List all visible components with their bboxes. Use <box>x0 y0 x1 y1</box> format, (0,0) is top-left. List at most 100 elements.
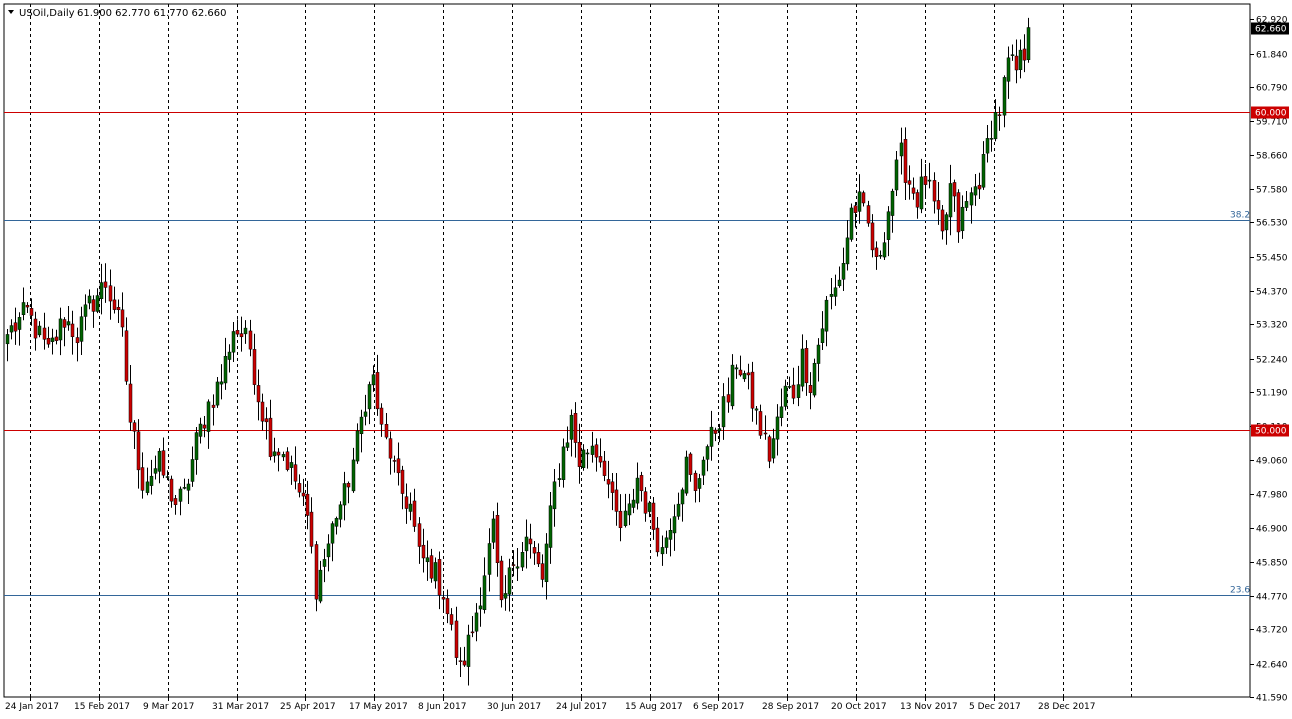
candle-body-bear <box>874 247 879 257</box>
candle-body-bear <box>956 192 961 233</box>
candle-body-bull <box>734 367 739 370</box>
candle-body-bull <box>878 254 883 257</box>
candle-body-bear <box>1022 48 1027 61</box>
last-price-label: 62.660 <box>1255 25 1287 35</box>
candle-body-bear <box>952 182 957 197</box>
candle-body-bear <box>458 660 463 662</box>
candle-body-bull <box>672 516 677 534</box>
candle-body-bear <box>256 385 261 403</box>
candle-body-bear <box>861 192 866 204</box>
candle-body-bear <box>252 349 257 385</box>
candle-body-bull <box>58 318 63 341</box>
candle-body-bull <box>623 510 628 526</box>
candle-body-bull <box>833 287 838 297</box>
candle-body-bull <box>487 543 492 575</box>
candle-body-bear <box>392 460 397 462</box>
candle-body-bull <box>899 142 904 157</box>
candle-body-bear <box>375 372 380 410</box>
candle-body-bull <box>182 487 187 489</box>
candle-body-bull <box>87 295 92 304</box>
candle-body-bear <box>511 564 516 566</box>
candle-body-bear <box>804 348 809 384</box>
candle-body-bear <box>870 222 875 251</box>
candle-body-bull <box>944 214 949 231</box>
chart-window[interactable]: 38.2 23.6 62.920 61.840 60.790 59.710 58.660 5… <box>0 0 1292 719</box>
candle-body-bear <box>536 552 541 565</box>
candle-body-bull <box>754 408 759 411</box>
candle-body-bull <box>326 543 331 558</box>
candle-body-bear <box>91 299 96 312</box>
candle-body-bull <box>779 406 784 418</box>
candle-body-bear <box>594 444 599 458</box>
candle-body-bear <box>915 192 920 208</box>
candle-body-bull <box>474 612 479 632</box>
candle-body-bear <box>120 309 125 328</box>
candle-body-bull <box>676 503 681 517</box>
price-axis: 62.92061.84060.79059.71058.66057.58056.5… <box>1250 16 1289 704</box>
y-tick-label: 47.980 <box>1256 491 1288 501</box>
candle-body-bear <box>577 441 582 467</box>
y-tick-label: 46.900 <box>1256 525 1288 535</box>
candle-body-bull <box>783 385 788 407</box>
x-tick-label: 28 Sep 2017 <box>762 702 819 712</box>
candle <box>812 358 817 398</box>
candle-body-bull <box>849 207 854 240</box>
x-tick-label: 31 Mar 2017 <box>212 702 269 712</box>
candle-body-bull <box>775 416 780 440</box>
candle-body-bull <box>590 445 595 455</box>
candle-body-bull <box>9 325 14 333</box>
candle-body-bear <box>346 482 351 488</box>
candle-body-bear <box>437 559 442 596</box>
candle-body-bull <box>1026 27 1031 61</box>
candle-body-bull <box>820 328 825 343</box>
candle-body-bull <box>149 475 154 486</box>
candle-body-bear <box>285 451 290 470</box>
y-tick-label: 59.710 <box>1256 118 1288 128</box>
candle-body-bear <box>202 424 207 429</box>
candle-body-bear <box>136 431 141 471</box>
price-chart[interactable]: 38.223.6 62.92061.84060.79059.71058.6605… <box>0 0 1292 719</box>
candle-body-bear <box>388 438 393 459</box>
candle-body-bull <box>660 547 665 555</box>
candle-body-bull <box>697 478 702 489</box>
y-tick-label: 57.580 <box>1256 186 1288 196</box>
x-tick-label: 28 Dec 2017 <box>1038 702 1096 712</box>
fibonacci-level-label: 23.6 <box>1230 586 1250 596</box>
y-tick-label: 55.450 <box>1256 254 1288 264</box>
candle-body-bear <box>639 475 644 492</box>
candle-body-bull <box>812 362 817 396</box>
candle-body-bull <box>231 331 236 353</box>
candle-body-bull <box>99 282 104 299</box>
candle-body-bear <box>528 538 533 545</box>
candle-body-bull <box>709 426 714 447</box>
candle-body-bear <box>610 481 615 493</box>
candle-body-bull <box>289 462 294 468</box>
candle-body-bear <box>866 205 871 224</box>
candle-body-bear <box>260 401 265 422</box>
candle-body-bear <box>13 322 18 332</box>
candle-body-bear <box>268 417 273 457</box>
candle-body-bear <box>42 327 47 340</box>
candle-body-bear <box>103 281 108 288</box>
candle-body-bull <box>503 593 508 599</box>
candle-body-bear <box>297 483 302 493</box>
candle-body-bear <box>713 429 718 434</box>
candle-body-bull <box>548 505 553 548</box>
candle-body-bull <box>243 327 248 335</box>
x-tick-label: 15 Feb 2017 <box>74 702 130 712</box>
candle-body-bear <box>750 371 755 409</box>
candle-body-bear <box>235 330 240 335</box>
candle <box>849 203 854 242</box>
candle-body-bear <box>211 404 216 408</box>
candle-body-bear <box>140 467 145 491</box>
y-tick-label: 60.790 <box>1256 84 1288 94</box>
candle-body-bull <box>742 373 747 380</box>
x-tick-label: 5 Dec 2017 <box>969 702 1021 712</box>
time-axis: 24 Jan 2017 15 Feb 2017 9 Mar 2017 31 Mar 2… <box>5 697 1096 712</box>
candle-body-bull <box>5 334 10 345</box>
candle-body-bull <box>837 279 842 287</box>
candle-body-bull <box>153 468 158 474</box>
x-tick-label: 13 Nov 2017 <box>900 702 958 712</box>
candle-body-bull <box>635 477 640 504</box>
candle-body-bear <box>746 372 751 376</box>
